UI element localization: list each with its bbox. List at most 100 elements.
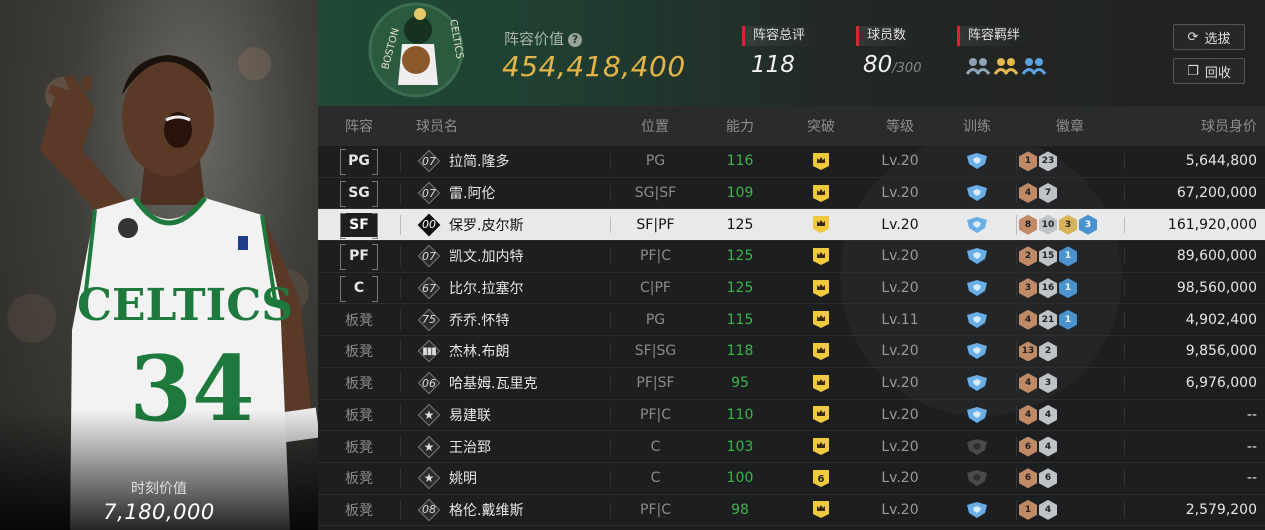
col-lineup[interactable]: 阵容 <box>318 116 400 136</box>
breakthrough-cell[interactable] <box>780 500 862 519</box>
training-cell[interactable] <box>938 469 1016 487</box>
player-name[interactable]: 雷.阿伦 <box>449 183 495 203</box>
badge-silver[interactable]: 15 <box>1039 246 1057 267</box>
badge-blue[interactable]: 3 <box>1079 214 1097 235</box>
badge-bronze[interactable]: 1 <box>1019 151 1037 172</box>
badge-bronze[interactable]: 4 <box>1019 404 1037 425</box>
player-name[interactable]: 姚明 <box>449 468 477 488</box>
badge-blue[interactable]: 1 <box>1059 278 1077 299</box>
breakthrough-cell[interactable] <box>780 152 862 171</box>
badge-bronze[interactable]: 4 <box>1019 309 1037 330</box>
jersey-number-badge: 67 <box>417 276 441 300</box>
badge-bronze[interactable]: 1 <box>1019 499 1037 520</box>
col-breakthrough[interactable]: 突破 <box>780 116 862 136</box>
badge-silver[interactable]: 2 <box>1039 341 1057 362</box>
badge-bronze[interactable]: 13 <box>1019 341 1037 362</box>
table-row[interactable]: SF 00 保罗.皮尔斯 SF|PF 125 Lv.20 8 10 3 3 161,9… <box>318 209 1265 242</box>
training-cell[interactable] <box>938 152 1016 170</box>
badge-gold[interactable]: 3 <box>1059 214 1077 235</box>
table-row[interactable]: C 67 比尔.拉塞尔 C|PF 125 Lv.20 3 16 1 98,560,0… <box>318 273 1265 305</box>
table-row[interactable]: 板凳 ▮▮▮ 杰林.布朗 SF|SG 118 Lv.20 13 2 9,856,0… <box>318 336 1265 368</box>
training-cell[interactable] <box>938 216 1016 234</box>
breakthrough-cell[interactable] <box>780 279 862 298</box>
help-icon[interactable]: ? <box>568 33 583 47</box>
table-row[interactable]: 板凳 75 乔乔.怀特 PG 115 Lv.11 4 21 1 4,902,400 <box>318 304 1265 337</box>
col-badges[interactable]: 徽章 <box>1016 116 1124 136</box>
badge-silver[interactable]: 16 <box>1039 278 1057 299</box>
badge-silver[interactable]: 4 <box>1039 499 1057 520</box>
training-cell[interactable] <box>938 279 1016 297</box>
badge-bronze[interactable]: 8 <box>1019 214 1037 235</box>
table-row[interactable]: 板凳 08 格伦.戴维斯 PF|C 98 Lv.20 14 2,579,200 <box>318 495 1265 527</box>
training-cell[interactable] <box>938 438 1016 456</box>
breakthrough-icon <box>813 247 829 265</box>
col-player-value[interactable]: 球员身价 <box>1124 116 1265 136</box>
breakthrough-cell[interactable] <box>780 437 862 456</box>
player-position: PG <box>610 153 700 170</box>
recycle-button[interactable]: ❐ 回收 <box>1173 58 1245 84</box>
select-button[interactable]: ⟳ 选拔 <box>1173 24 1245 50</box>
bond-group-icon[interactable] <box>966 56 990 76</box>
col-level[interactable]: 等级 <box>862 116 938 136</box>
player-name[interactable]: 凯文.加内特 <box>449 246 523 266</box>
col-player-name[interactable]: 球员名 <box>400 116 610 136</box>
player-ability: 125 <box>726 280 754 297</box>
player-level: Lv.20 <box>881 406 919 423</box>
breakthrough-cell[interactable] <box>780 215 862 234</box>
training-cell[interactable] <box>938 342 1016 360</box>
badge-blue[interactable]: 1 <box>1059 246 1077 267</box>
player-name[interactable]: 易建联 <box>449 405 491 425</box>
badge-silver[interactable]: 10 <box>1039 214 1057 235</box>
breakthrough-cell[interactable]: 6 <box>780 469 862 488</box>
breakthrough-cell[interactable] <box>780 247 862 266</box>
table-row[interactable]: 板凳 ★ 王治郅 C 103 Lv.20 64 -- <box>318 431 1265 463</box>
badge-bronze[interactable]: 6 <box>1019 468 1037 489</box>
bond-icons[interactable] <box>966 56 1046 76</box>
bond-group-icon[interactable] <box>994 56 1018 76</box>
table-row[interactable]: PG 07 拉简.隆多 PG 116 Lv.20 1 23 5,644,800 <box>318 146 1265 178</box>
player-name[interactable]: 乔乔.怀特 <box>449 310 509 330</box>
player-name[interactable]: 杰林.布朗 <box>449 341 509 361</box>
player-name[interactable]: 保罗.皮尔斯 <box>449 215 523 235</box>
breakthrough-cell[interactable] <box>780 342 862 361</box>
col-ability[interactable]: 能力 <box>700 116 780 136</box>
training-cell[interactable] <box>938 247 1016 265</box>
badge-silver[interactable]: 23 <box>1039 151 1057 172</box>
training-cell[interactable] <box>938 406 1016 424</box>
breakthrough-cell[interactable] <box>780 374 862 393</box>
table-row[interactable]: 板凳 ★ 易建联 PF|C 110 Lv.20 44 -- <box>318 400 1265 432</box>
breakthrough-cell[interactable] <box>780 184 862 203</box>
badge-bronze[interactable]: 4 <box>1019 373 1037 394</box>
col-position[interactable]: 位置 <box>610 116 700 136</box>
player-name[interactable]: 王治郅 <box>449 437 491 457</box>
training-cell[interactable] <box>938 501 1016 519</box>
table-row[interactable]: SG 07 雷.阿伦 SG|SF 109 Lv.20 47 67,200,000 <box>318 178 1265 210</box>
training-cell[interactable] <box>938 311 1016 329</box>
badge-silver[interactable]: 7 <box>1039 183 1057 204</box>
bond-group-icon[interactable] <box>1022 56 1046 76</box>
bars-icon: ▮▮▮ <box>417 340 441 363</box>
breakthrough-cell[interactable] <box>780 405 862 424</box>
player-name[interactable]: 比尔.拉塞尔 <box>449 278 523 298</box>
training-cell[interactable] <box>938 374 1016 392</box>
player-name[interactable]: 哈基姆.瓦里克 <box>449 373 537 393</box>
badge-silver[interactable]: 6 <box>1039 468 1057 489</box>
badge-silver[interactable]: 4 <box>1039 436 1057 457</box>
breakthrough-cell[interactable] <box>780 310 862 329</box>
badge-bronze[interactable]: 4 <box>1019 183 1037 204</box>
player-name[interactable]: 格伦.戴维斯 <box>449 500 523 520</box>
badge-bronze[interactable]: 6 <box>1019 436 1037 457</box>
table-row[interactable]: PF 07 凯文.加内特 PF|C 125 Lv.20 2 15 1 89,600,… <box>318 241 1265 273</box>
col-training[interactable]: 训练 <box>938 116 1016 136</box>
player-name[interactable]: 拉简.隆多 <box>449 151 509 171</box>
table-row[interactable]: 板凳 ★ 姚明 C 100 6 Lv.20 66 -- <box>318 463 1265 495</box>
training-cell[interactable] <box>938 184 1016 202</box>
badge-bronze[interactable]: 2 <box>1019 246 1037 267</box>
roster-rows: PG 07 拉简.隆多 PG 116 Lv.20 1 23 5,644,800 S… <box>318 146 1265 527</box>
badge-silver[interactable]: 21 <box>1039 309 1057 330</box>
badge-silver[interactable]: 4 <box>1039 404 1057 425</box>
badge-bronze[interactable]: 3 <box>1019 278 1037 299</box>
table-row[interactable]: 板凳 06 哈基姆.瓦里克 PF|SF 95 Lv.20 43 6,976,00… <box>318 368 1265 400</box>
badge-silver[interactable]: 3 <box>1039 373 1057 394</box>
badge-blue[interactable]: 1 <box>1059 309 1077 330</box>
